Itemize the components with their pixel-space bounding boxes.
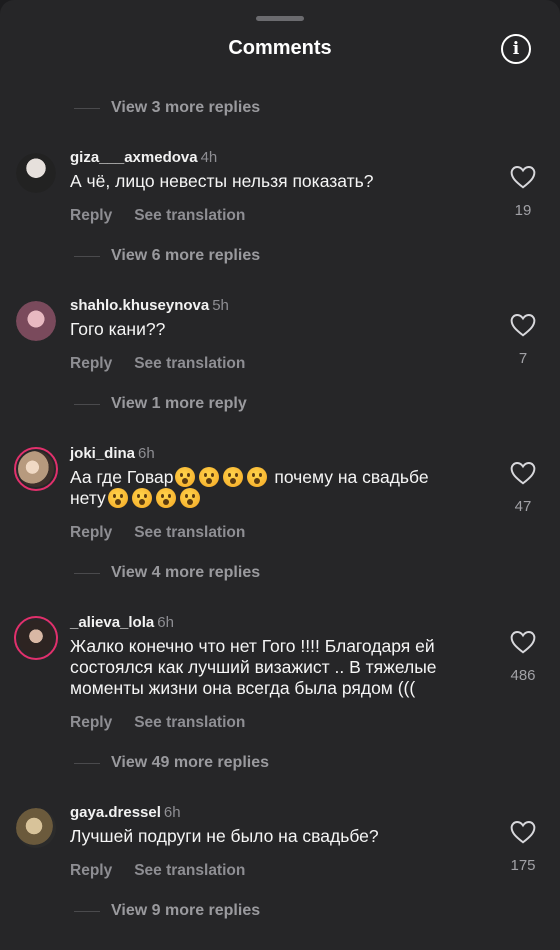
comment-time: 4h (200, 149, 218, 166)
like-count: 175 (510, 857, 536, 874)
view-more-replies[interactable]: View 9 more replies (74, 900, 260, 922)
see-translation-button[interactable]: See translation (134, 862, 245, 879)
info-glyph: i (512, 38, 520, 59)
replies-divider (74, 762, 100, 764)
astonished-emoji (131, 488, 152, 508)
heart-icon[interactable] (510, 461, 536, 485)
view-more-replies[interactable]: View 49 more replies (74, 752, 269, 774)
page-title: Comments (228, 37, 332, 59)
view-more-replies[interactable]: View 6 more replies (74, 245, 260, 267)
comment-time: 6h (138, 445, 155, 462)
reply-button[interactable]: Reply (70, 524, 112, 541)
comment-text: Лучшей подруги не было на свадьбе? (70, 826, 379, 846)
reply-button[interactable]: Reply (70, 862, 112, 879)
avatar[interactable] (16, 301, 56, 341)
see-translation-button[interactable]: See translation (134, 714, 245, 731)
avatar[interactable] (14, 616, 58, 660)
reply-button[interactable]: Reply (70, 714, 112, 731)
comment-username[interactable]: joki_dina (70, 445, 135, 462)
comment-text: Аа где Говар почему на свадьбе нету (70, 467, 480, 509)
astonished-emoji (223, 467, 244, 487)
reply-button[interactable]: Reply (70, 355, 112, 372)
comment-time: 5h (212, 297, 229, 314)
astonished-emoji (175, 467, 196, 487)
like-count: 486 (510, 667, 536, 684)
comment-text: Жалко конечно что нет Гого !!!! Благодар… (70, 636, 437, 698)
info-icon[interactable]: i (501, 34, 531, 64)
astonished-emoji (247, 467, 268, 487)
avatar[interactable] (16, 153, 56, 193)
comment-text-part: почему на свадьбе (274, 467, 429, 487)
comment-time: 6h (163, 804, 181, 821)
avatar[interactable] (16, 808, 56, 848)
view-more-replies-label: View 49 more replies (111, 754, 270, 771)
see-translation-button[interactable]: See translation (134, 355, 245, 372)
astonished-emoji (179, 488, 200, 508)
see-translation-button[interactable]: See translation (134, 207, 245, 224)
astonished-emoji (199, 467, 220, 487)
comments-sheet: Comments i View 3 more replies giza___ax… (0, 0, 560, 950)
like-count: 7 (518, 350, 528, 367)
comment-username[interactable]: _alieva_lola (70, 614, 154, 631)
heart-icon[interactable] (510, 630, 536, 654)
view-more-replies-label: View 6 more replies (111, 247, 261, 264)
heart-icon[interactable] (510, 165, 536, 189)
drag-handle[interactable] (256, 16, 304, 21)
replies-divider (74, 572, 100, 574)
comment-text: А чё, лицо невесты нельзя показать? (70, 171, 374, 191)
comment-username[interactable]: giza___axmedova (70, 149, 198, 166)
heart-icon[interactable] (510, 820, 536, 844)
replies-divider (74, 910, 100, 912)
replies-divider (74, 107, 100, 109)
view-more-replies-label: View 1 more reply (111, 395, 247, 412)
view-more-replies[interactable]: View 3 more replies (74, 97, 260, 119)
avatar[interactable] (14, 447, 58, 491)
astonished-emoji (107, 488, 128, 508)
view-more-replies-label: View 9 more replies (111, 902, 261, 919)
like-count: 47 (514, 498, 532, 515)
comment-username[interactable]: shahlo.khuseynova (70, 297, 209, 314)
heart-icon[interactable] (510, 313, 536, 337)
reply-button[interactable]: Reply (70, 207, 112, 224)
comment-username[interactable]: gaya.dressel (70, 804, 161, 821)
comment-text-part: нету (70, 488, 106, 508)
view-more-replies[interactable]: View 4 more replies (74, 562, 260, 584)
view-more-replies-label: View 3 more replies (111, 99, 261, 116)
view-more-replies[interactable]: View 1 more reply (74, 393, 247, 415)
comment-text-part: Аа где Говар (70, 467, 174, 487)
comment-time: 6h (157, 614, 174, 631)
comment-text: Гого кани?? (70, 319, 166, 339)
replies-divider (74, 255, 100, 257)
see-translation-button[interactable]: See translation (134, 524, 245, 541)
view-more-replies-label: View 4 more replies (111, 564, 261, 581)
like-count: 19 (514, 202, 532, 219)
replies-divider (74, 403, 100, 405)
astonished-emoji (155, 488, 176, 508)
